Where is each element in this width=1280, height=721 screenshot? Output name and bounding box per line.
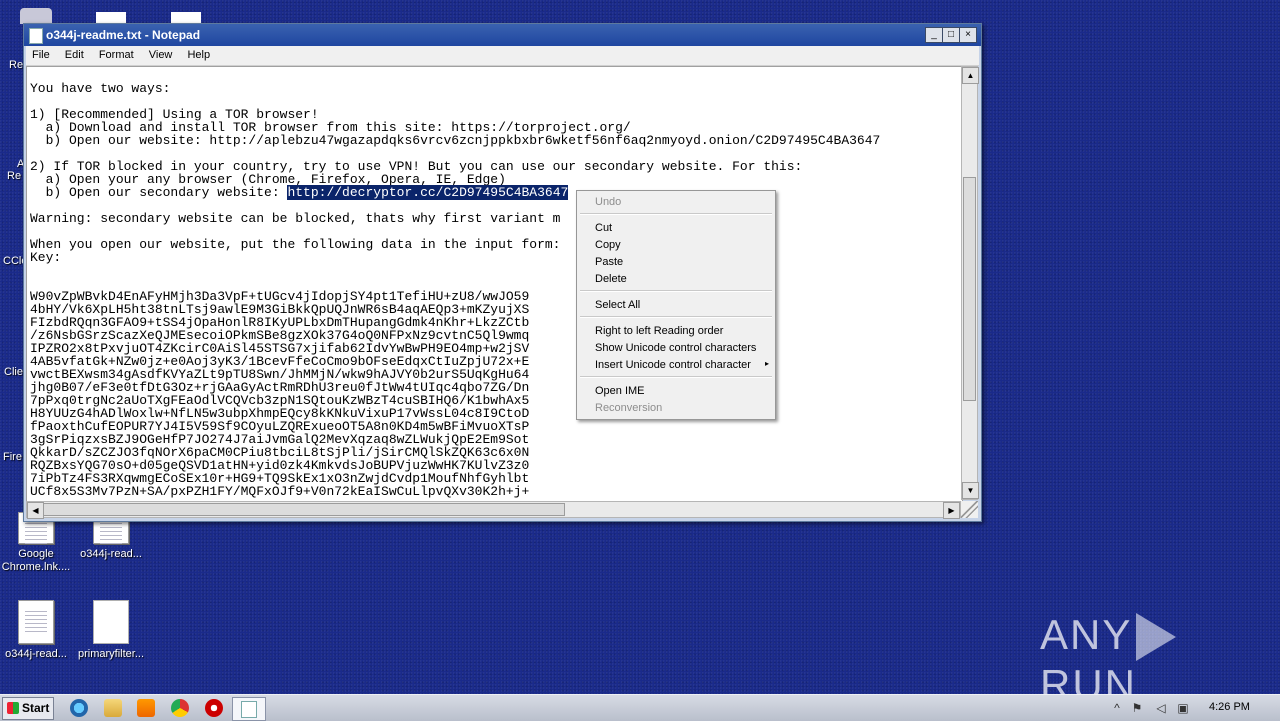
- window-title: o344j-readme.txt - Notepad: [46, 28, 201, 42]
- system-tray: ^ ⚑ ◁ ▣: [1106, 696, 1280, 720]
- desktop-label-partial-1: Re: [9, 59, 24, 71]
- menu-edit[interactable]: Edit: [59, 46, 90, 61]
- text-line: UCf8x5S3Mv7PzN+SA/pxPZH1FY/MQFxOJf9+V0n7…: [30, 484, 530, 499]
- resize-grip[interactable]: [961, 501, 978, 518]
- action-center-icon[interactable]: ⚑: [1130, 701, 1144, 715]
- horizontal-scrollbar[interactable]: ◀ ▶: [26, 501, 961, 519]
- menu-item-rtl-order[interactable]: Right to left Reading order: [595, 325, 723, 337]
- desktop-icon-readme-2[interactable]: o344j-read...: [0, 600, 76, 661]
- menu-item-reconversion: Reconversion: [595, 402, 663, 414]
- play-icon: [1136, 613, 1177, 661]
- menu-separator: [580, 316, 772, 318]
- chrome-icon[interactable]: [171, 699, 189, 717]
- desktop-label-partial-3: Re: [7, 170, 22, 182]
- selected-text[interactable]: http://decryptor.cc/C2D97495C4BA3647: [287, 185, 569, 200]
- scroll-left-icon[interactable]: ◀: [27, 502, 44, 519]
- desktop-icon-label: o344j-read...: [80, 548, 142, 560]
- menu-separator: [580, 376, 772, 378]
- notepad-window[interactable]: o344j-readme.txt - Notepad _ □ × File Ed…: [23, 23, 982, 522]
- anyrun-watermark: ANYRUN: [1040, 611, 1240, 708]
- close-button[interactable]: ×: [959, 27, 977, 43]
- menu-separator: [580, 290, 772, 292]
- start-label: Start: [22, 701, 50, 715]
- desktop-label-partial-6: Fire: [3, 451, 22, 463]
- menu-format[interactable]: Format: [93, 46, 140, 61]
- title-bar[interactable]: o344j-readme.txt - Notepad _ □ ×: [24, 24, 981, 46]
- menu-item-paste[interactable]: Paste: [595, 256, 623, 268]
- menu-item-cut[interactable]: Cut: [595, 222, 612, 234]
- menu-view[interactable]: View: [143, 46, 179, 61]
- vertical-scroll-thumb[interactable]: [963, 177, 976, 401]
- notepad-icon: [29, 28, 43, 44]
- text-line: b) Open our secondary website:: [30, 185, 288, 200]
- menu-item-insert-unicode[interactable]: Insert Unicode control character: [595, 359, 751, 371]
- watermark-left: ANY: [1040, 611, 1133, 658]
- text-line: Key:: [30, 250, 62, 265]
- text-line: b) Open our website: http://aplebzu47wga…: [30, 133, 881, 148]
- menu-item-select-all[interactable]: Select All: [595, 299, 640, 311]
- minimize-button[interactable]: _: [925, 27, 943, 43]
- text-line: When you open our website, put the follo…: [30, 237, 561, 252]
- menu-bar: File Edit Format View Help: [26, 46, 979, 66]
- text-line: Warning: secondary website can be blocke…: [30, 211, 561, 226]
- media-player-icon[interactable]: [137, 699, 155, 717]
- context-menu: Undo Cut Copy Paste Delete Select All Ri…: [576, 190, 776, 420]
- desktop-icon-label: Google Chrome.lnk....: [1, 548, 71, 573]
- show-hidden-icons-icon[interactable]: ^: [1110, 701, 1124, 715]
- desktop-icon-label: o344j-read...: [5, 648, 67, 660]
- vertical-scrollbar[interactable]: ▲ ▼: [961, 66, 979, 500]
- scroll-up-icon[interactable]: ▲: [962, 67, 979, 84]
- windows-flag-icon: [7, 702, 19, 714]
- desktop-label-partial-5: Clie: [4, 366, 23, 378]
- text-line: You have two ways:: [30, 81, 171, 96]
- network-icon[interactable]: ▣: [1176, 701, 1190, 715]
- desktop-icon-label: primaryfilter...: [77, 648, 144, 660]
- menu-item-undo: Undo: [595, 196, 622, 208]
- internet-explorer-icon[interactable]: [70, 699, 88, 717]
- start-button[interactable]: Start: [2, 697, 54, 720]
- document-text[interactable]: You have two ways: 1) [Recommended] Usin…: [27, 67, 962, 498]
- menu-help[interactable]: Help: [181, 46, 216, 61]
- scroll-right-icon[interactable]: ▶: [943, 502, 960, 519]
- file-explorer-icon[interactable]: [104, 699, 122, 717]
- text-editor[interactable]: You have two ways: 1) [Recommended] Usin…: [26, 66, 963, 502]
- taskbar-notepad-button[interactable]: [232, 697, 266, 721]
- menu-separator: [580, 213, 772, 215]
- text-file-icon: [18, 600, 54, 644]
- maximize-button[interactable]: □: [942, 27, 960, 43]
- volume-icon[interactable]: ◁: [1154, 701, 1168, 715]
- menu-item-open-ime[interactable]: Open IME: [595, 385, 645, 397]
- menu-file[interactable]: File: [26, 46, 56, 61]
- scroll-down-icon[interactable]: ▼: [962, 482, 979, 499]
- taskbar: Start ^ ⚑ ◁ ▣ 4:26 PM: [0, 694, 1280, 721]
- desktop-icon-primaryfilter[interactable]: primaryfilter...: [71, 600, 151, 661]
- submenu-arrow-icon: ▸: [764, 359, 769, 368]
- horizontal-scroll-thumb[interactable]: [43, 503, 565, 516]
- menu-item-show-unicode[interactable]: Show Unicode control characters: [595, 342, 756, 354]
- clock: 4:26 PM: [1209, 701, 1250, 713]
- menu-item-copy[interactable]: Copy: [595, 239, 621, 251]
- notepad-icon: [241, 701, 257, 718]
- blank-file-icon: [93, 600, 129, 644]
- menu-item-delete[interactable]: Delete: [595, 273, 627, 285]
- recycle-bin-icon[interactable]: [20, 8, 52, 24]
- opera-icon[interactable]: [205, 699, 223, 717]
